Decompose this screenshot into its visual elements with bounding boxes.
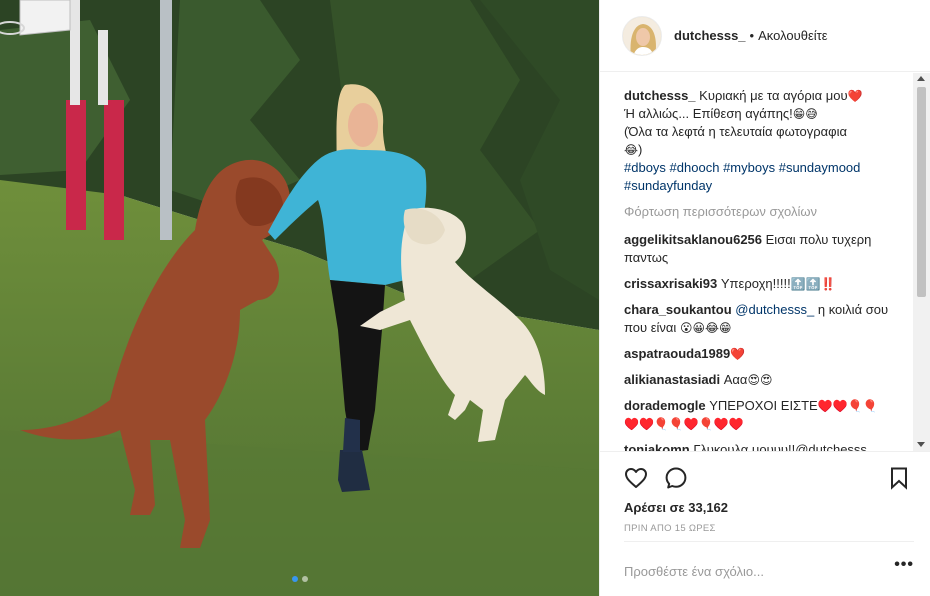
post-header: dutchesss_ • Ακολουθείτε — [600, 0, 930, 72]
comment-username[interactable]: dorademogle — [624, 398, 706, 413]
comment-emoji: ❤️ — [730, 347, 746, 361]
comment-item: toniakomn Γλυκουλα μουυυ!!@dutchesss_ 😍😍… — [624, 441, 904, 451]
post-caption: dutchesss_ Κυριακή με τα αγόρια μου❤️ Ή … — [624, 87, 904, 195]
comment-item: aspatraouda1989❤️ — [624, 345, 904, 363]
comment-text: Ααα — [723, 372, 748, 387]
comment-username[interactable]: alikianastasiadi — [624, 372, 720, 387]
photo-illustration — [0, 0, 599, 596]
heart-emoji: ❤️ — [847, 89, 863, 103]
header-separator: • — [749, 28, 755, 43]
comment-item: aggelikitsaklanou6256 Εισαι πολυ τυχερη … — [624, 231, 904, 267]
comment-item: alikianastasiadi Ααα😍😍 — [624, 371, 904, 389]
caption-line-3: (Όλα τα λεφτά η τελευταία φωτογραφια — [624, 124, 848, 139]
comment-item: chara_soukantou @dutchesss_ η κοιλιά σου… — [624, 301, 904, 337]
post-photo[interactable] — [0, 0, 599, 596]
caption-line-2-emoji: 😁😅 — [792, 107, 818, 121]
hashtag-link[interactable]: #sundaymood — [779, 160, 861, 175]
caption-line-2: Ή αλλιώς... Επίθεση αγάπης! — [624, 106, 793, 121]
add-comment-section: ••• — [624, 541, 914, 596]
hashtag-link[interactable]: #myboys — [723, 160, 775, 175]
comment-username[interactable]: aspatraouda1989 — [624, 346, 730, 361]
hashtag-link[interactable]: #dhooch — [670, 160, 720, 175]
comment-input[interactable] — [624, 560, 864, 582]
scroll-up-arrow-icon[interactable] — [917, 76, 925, 81]
likes-count[interactable]: Αρέσει σε 33,162 — [624, 500, 728, 515]
hashtag-link[interactable]: #dboys — [624, 160, 666, 175]
comment-text: Υπεροχη!!!!! — [720, 276, 791, 291]
post-timestamp[interactable]: ΠΡΙΝ ΑΠΟ 15 ΩΡΕΣ — [624, 523, 716, 534]
more-options-icon[interactable]: ••• — [894, 556, 914, 574]
comment-bubble-icon[interactable] — [664, 466, 688, 490]
carousel-indicator[interactable] — [0, 576, 599, 582]
comment-mention-link[interactable]: @dutchesss_ — [735, 302, 814, 317]
follow-status-button[interactable]: Ακολουθείτε — [758, 28, 827, 43]
carousel-dot-2[interactable] — [301, 576, 308, 582]
comment-text: Γλυκουλα μουυυ!!@dutchesss_ — [693, 442, 875, 451]
comment-username[interactable]: toniakomn — [624, 442, 690, 451]
comment-username[interactable]: crissaxrisaki93 — [624, 276, 717, 291]
post-username[interactable]: dutchesss_ — [674, 28, 746, 43]
post-side-panel: dutchesss_ • Ακολουθείτε dutchesss_ Κυρι… — [599, 0, 930, 596]
comment-username[interactable]: chara_soukantou — [624, 302, 732, 317]
comment-item: crissaxrisaki93 Υπεροχη!!!!!🔝🔝‼️ — [624, 275, 904, 293]
caption-username[interactable]: dutchesss_ — [624, 88, 696, 103]
comments-list[interactable]: dutchesss_ Κυριακή με τα αγόρια μου❤️ Ή … — [600, 73, 914, 451]
scrollbar-thumb[interactable] — [917, 87, 926, 297]
comment-item: dorademogle ΥΠΕΡΟΧΟΙ ΕΙΣΤΕ♥️♥️🎈🎈♥️♥️🎈🎈♥️… — [624, 397, 904, 433]
load-more-comments-button[interactable]: Φόρτωση περισσότερων σχολίων — [624, 203, 904, 221]
heart-outline-icon[interactable] — [624, 466, 648, 490]
caption-line-3-emoji: 😂 — [624, 143, 639, 157]
comment-username[interactable]: aggelikitsaklanou6256 — [624, 232, 762, 247]
comment-emoji: 😮😀😂😁 — [679, 321, 732, 335]
comment-emoji: 🔝🔝‼️ — [790, 277, 836, 291]
comment-emoji: 😍😍 — [747, 373, 773, 387]
avatar-image — [623, 16, 661, 55]
hashtag-link[interactable]: #sundayfunday — [624, 178, 712, 193]
bookmark-icon[interactable] — [887, 466, 911, 490]
scroll-down-arrow-icon[interactable] — [917, 442, 925, 447]
caption-line-1: Κυριακή με τα αγόρια μου — [699, 88, 848, 103]
carousel-dot-1[interactable] — [291, 576, 298, 582]
comment-text: ΥΠΕΡΟΧΟΙ ΕΙΣΤΕ — [709, 398, 818, 413]
avatar[interactable] — [622, 15, 662, 56]
post-actions — [600, 451, 930, 501]
caption-line-3-end: ) — [638, 142, 643, 157]
comments-scrollbar[interactable] — [913, 73, 930, 451]
